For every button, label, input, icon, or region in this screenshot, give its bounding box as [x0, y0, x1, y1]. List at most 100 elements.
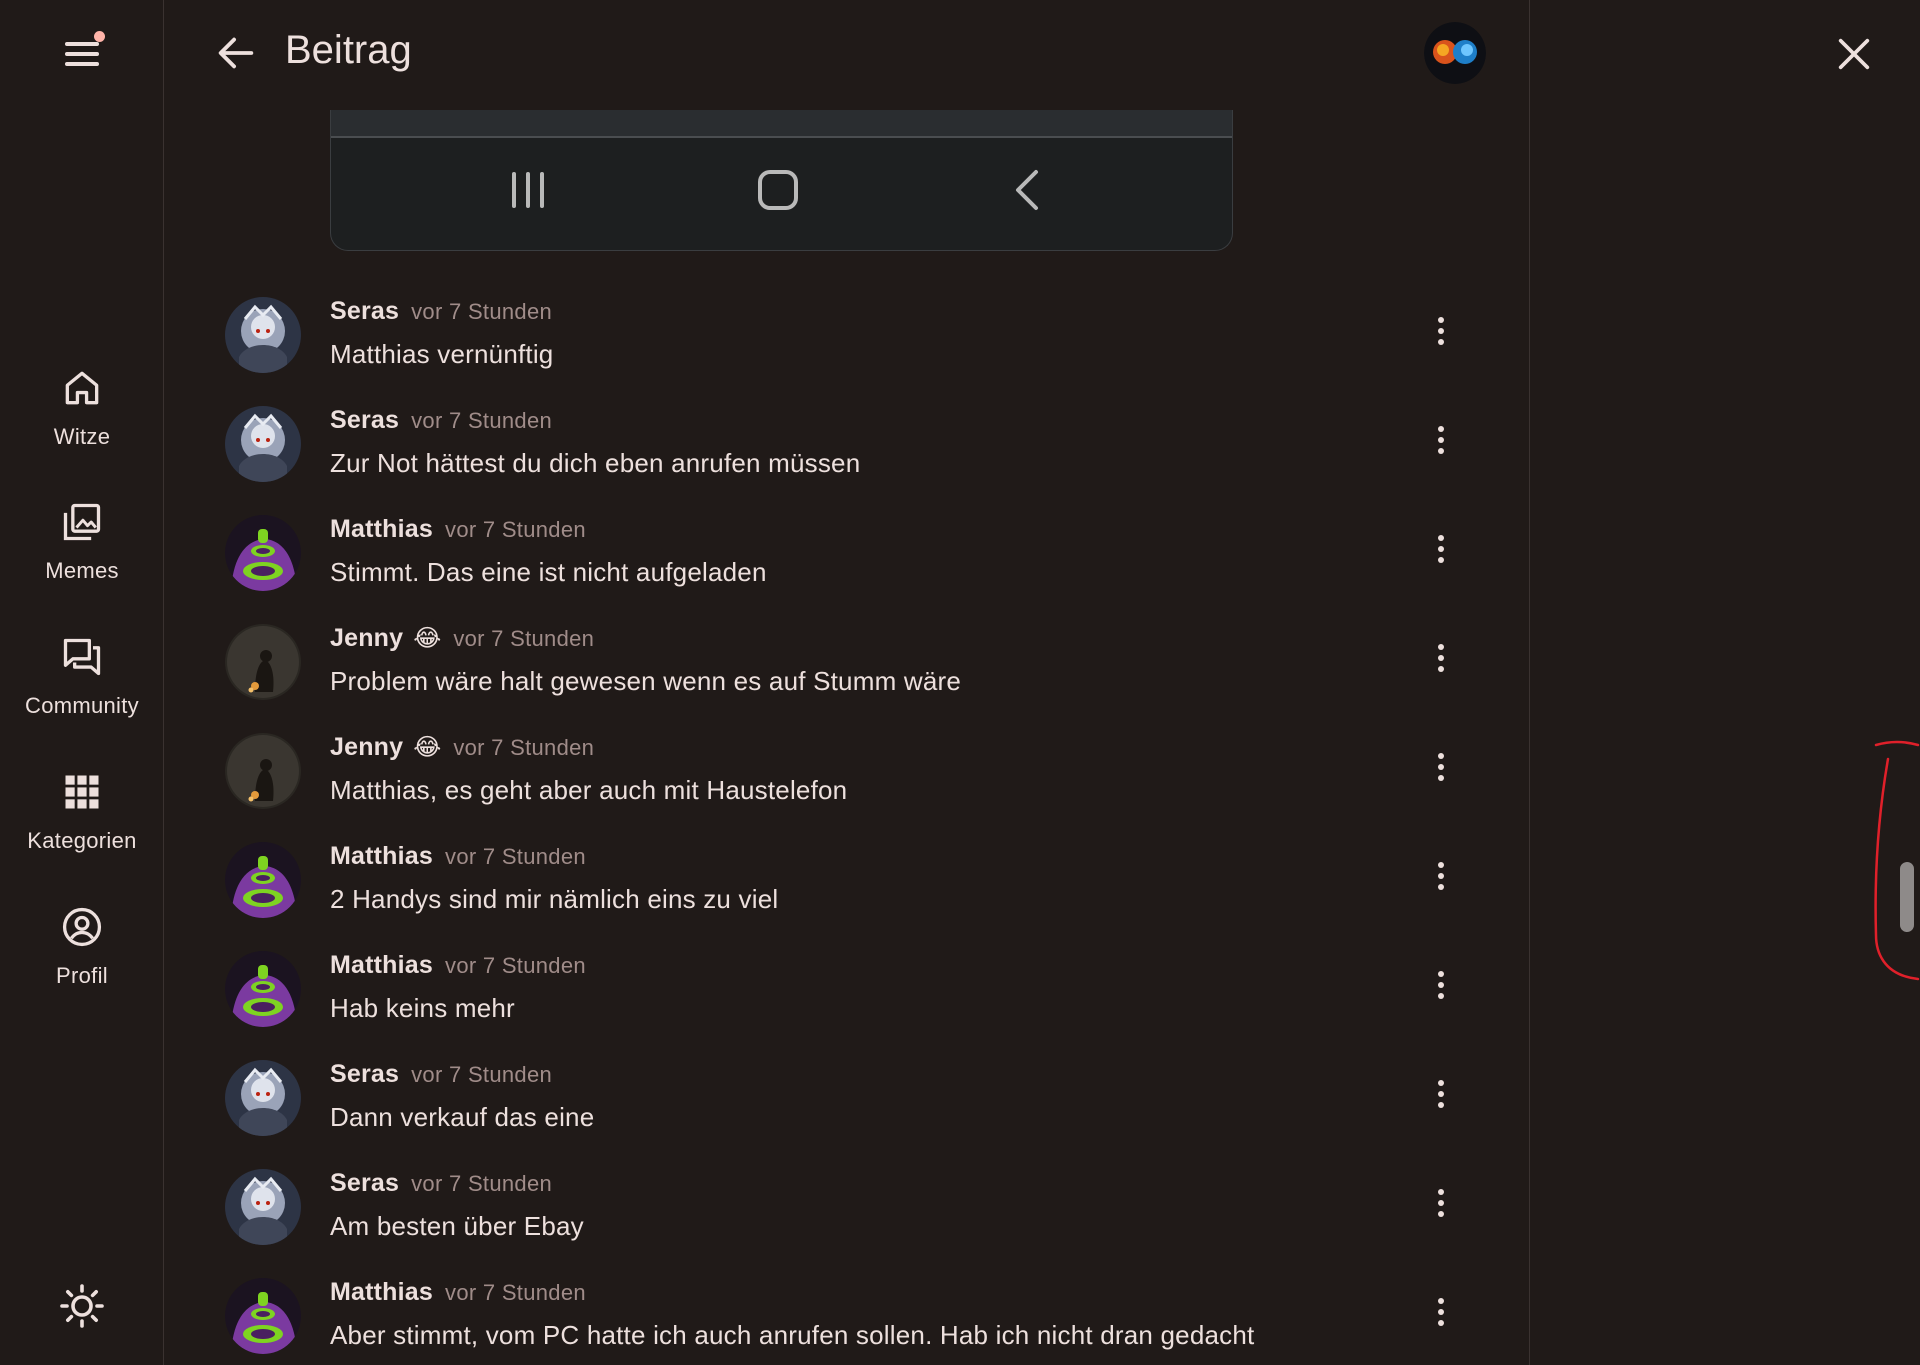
comment-text: Hab keins mehr [330, 993, 515, 1023]
nav-item-kategorien[interactable]: Kategorien [0, 770, 164, 880]
comment-timestamp: vor 7 Stunden [411, 408, 553, 433]
commenter-avatar[interactable] [225, 297, 301, 373]
comment-item: Seras vor 7 Stunden Zur Not hättest du dic… [165, 406, 1529, 515]
comment-text: Stimmt. Das eine ist nicht aufgeladen [330, 557, 767, 587]
comment-item: Seras vor 7 Stunden Dann verkauf das eine [165, 1060, 1529, 1169]
comment-text: Problem wäre halt gewesen wenn es auf St… [330, 666, 962, 696]
recent-apps-icon [512, 172, 544, 208]
comment-author[interactable]: Matthias [330, 951, 433, 980]
commenter-avatar[interactable] [225, 733, 301, 809]
comment-author[interactable]: Seras [330, 1060, 399, 1089]
comment-item: Jenny 😂 vor 7 Stunden Matthias, es geht abe… [165, 733, 1529, 842]
comment-author[interactable]: Matthias [330, 842, 433, 871]
comment-timestamp: vor 7 Stunden [411, 299, 553, 324]
nav-label: Memes [45, 558, 119, 583]
forum-icon [63, 638, 101, 676]
comment-timestamp: vor 7 Stunden [411, 1171, 553, 1196]
comment-author[interactable]: Seras [330, 297, 399, 326]
post-detail-pane: Beitrag Seras vor 7 Stunden Matthias vernü… [165, 0, 1530, 1365]
comment-author[interactable]: Jenny [330, 624, 403, 653]
more-vert-icon[interactable] [1431, 420, 1451, 460]
comment-text: Zur Not hättest du dich eben anrufen müs… [330, 448, 861, 478]
top-app-bar: Beitrag [165, 0, 1529, 108]
scrollbar-thumb[interactable] [1900, 862, 1914, 932]
comment-header: Seras vor 7 Stunden [330, 406, 552, 435]
commenter-avatar[interactable] [225, 406, 301, 482]
notification-dot [94, 31, 105, 42]
comment-text: Dann verkauf das eine [330, 1102, 595, 1132]
comment-header: Jenny 😂 vor 7 Stunden [330, 733, 594, 762]
comment-timestamp: vor 7 Stunden [445, 844, 586, 869]
account-circle-icon [62, 907, 102, 947]
comment-timestamp: vor 7 Stunden [453, 626, 595, 651]
comment-timestamp: vor 7 Stunden [445, 953, 586, 978]
comment-item: Matthias vor 7 Stunden Stimmt. Das eine is… [165, 515, 1529, 624]
nav-label: Witze [53, 424, 111, 449]
comment-header: Seras vor 7 Stunden [330, 1060, 552, 1089]
more-vert-icon[interactable] [1431, 529, 1451, 569]
commenter-avatar[interactable] [225, 624, 301, 700]
comment-text: Aber stimmt, vom PC hatte ich auch anruf… [330, 1320, 1255, 1350]
red-annotation-mark [1874, 740, 1920, 981]
comment-author[interactable]: Matthias [330, 1278, 433, 1307]
more-vert-icon[interactable] [1431, 856, 1451, 896]
commenter-avatar[interactable] [225, 951, 301, 1027]
comment-timestamp: vor 7 Stunden [445, 517, 586, 542]
comment-timestamp: vor 7 Stunden [445, 1280, 586, 1305]
more-vert-icon[interactable] [1431, 1183, 1451, 1223]
images-icon [63, 503, 101, 541]
nav-item-profil[interactable]: Profil [0, 905, 164, 1015]
comment-item: Jenny 😂 vor 7 Stunden Problem wäre halt gew… [165, 624, 1529, 733]
home-icon [65, 371, 99, 405]
commenter-avatar[interactable] [225, 515, 301, 591]
comment-timestamp: vor 7 Stunden [453, 735, 595, 760]
arrow-back-icon[interactable] [213, 30, 259, 76]
more-vert-icon[interactable] [1431, 1074, 1451, 1114]
comment-item: Seras vor 7 Stunden Am besten über Ebay [165, 1169, 1529, 1278]
nav-item-witze[interactable]: Witze [0, 366, 164, 476]
grid-icon [65, 775, 99, 809]
commenter-avatar[interactable] [225, 842, 301, 918]
nav-label: Profil [56, 963, 108, 988]
nav-item-community[interactable]: Community [0, 635, 164, 745]
home-button-icon [758, 170, 798, 210]
comment-author[interactable]: Seras [330, 1169, 399, 1198]
more-vert-icon[interactable] [1431, 1292, 1451, 1332]
comment-text: Am besten über Ebay [330, 1211, 584, 1241]
comment-text: 2 Handys sind mir nämlich eins zu viel [330, 884, 779, 914]
navigation-rail: Witze Memes Community Kategorien Profil [0, 0, 164, 1365]
comment-header: Matthias vor 7 Stunden [330, 515, 586, 544]
commenter-avatar[interactable] [225, 1278, 301, 1354]
comment-author[interactable]: Matthias [330, 515, 433, 544]
embedded-screenshot [330, 110, 1233, 251]
comment-header: Jenny 😂 vor 7 Stunden [330, 624, 594, 653]
comment-header: Seras vor 7 Stunden [330, 297, 552, 326]
nav-label: Community [25, 693, 139, 718]
brightness-icon[interactable] [58, 1282, 106, 1330]
nav-item-memes[interactable]: Memes [0, 500, 164, 610]
comment-header: Matthias vor 7 Stunden [330, 1278, 586, 1307]
page-title: Beitrag [285, 28, 412, 72]
comment-timestamp: vor 7 Stunden [411, 1062, 553, 1087]
more-vert-icon[interactable] [1431, 747, 1451, 787]
user-avatar[interactable] [1424, 22, 1486, 84]
commenter-avatar[interactable] [225, 1060, 301, 1136]
comment-author[interactable]: Seras [330, 406, 399, 435]
more-vert-icon[interactable] [1431, 311, 1451, 351]
comment-header: Matthias vor 7 Stunden [330, 951, 586, 980]
close-icon[interactable] [1834, 34, 1874, 74]
author-emoji: 😂 [413, 734, 442, 761]
commenter-avatar[interactable] [225, 1169, 301, 1245]
comment-item: Matthias vor 7 Stunden 2 Handys sind mir n… [165, 842, 1529, 951]
embed-top-strip [331, 110, 1232, 138]
comment-author[interactable]: Jenny [330, 733, 403, 762]
comment-header: Matthias vor 7 Stunden [330, 842, 586, 871]
author-emoji: 😂 [413, 625, 442, 652]
nav-label: Kategorien [27, 828, 137, 853]
comment-header: Seras vor 7 Stunden [330, 1169, 552, 1198]
comment-item: Matthias vor 7 Stunden Hab keins mehr [165, 951, 1529, 1060]
comment-item: Matthias vor 7 Stunden Aber stimmt, vom PC… [165, 1278, 1529, 1365]
more-vert-icon[interactable] [1431, 638, 1451, 678]
comment-text: Matthias vernünftig [330, 339, 554, 369]
more-vert-icon[interactable] [1431, 965, 1451, 1005]
